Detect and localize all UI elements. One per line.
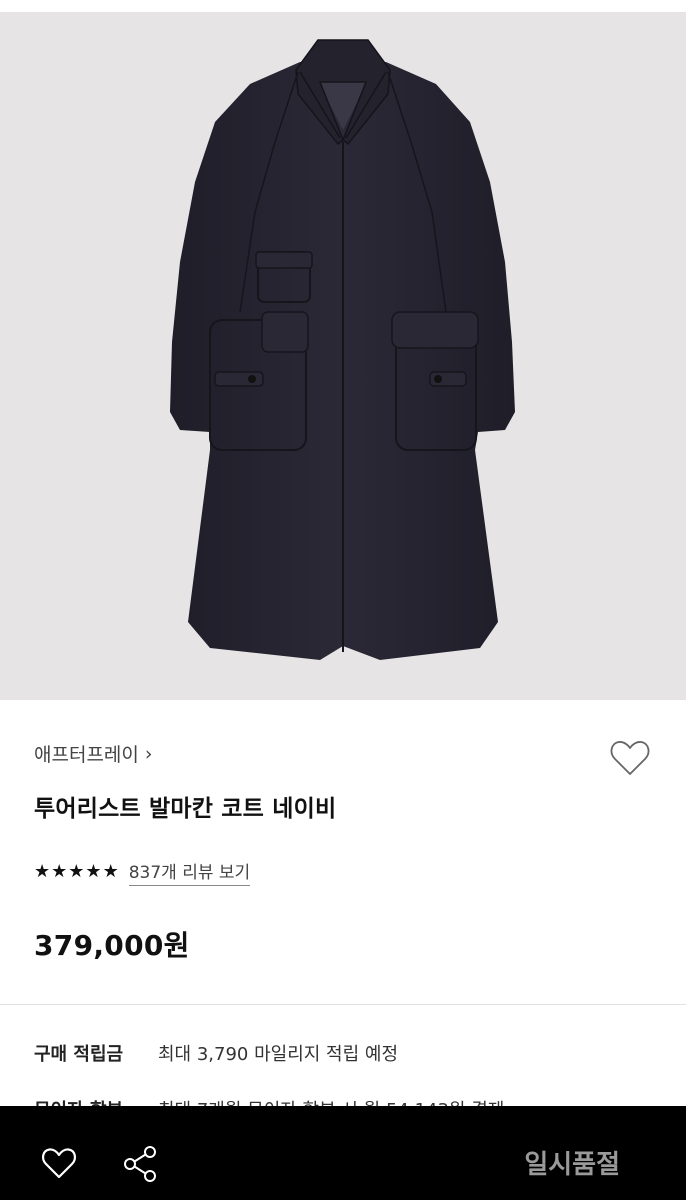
heart-outline-icon — [610, 741, 650, 775]
benefit-value: 최대 3,790 마일리지 적립 예정 — [158, 1044, 399, 1065]
benefit-row-points: 구매 적립금 최대 3,790 마일리지 적립 예정 — [34, 1040, 398, 1066]
share-icon — [124, 1146, 156, 1182]
star-icon: ★ — [34, 861, 51, 882]
brand-name[interactable]: 애프터프레이 — [34, 740, 139, 767]
product-image[interactable] — [0, 12, 686, 700]
wishlist-heart-button[interactable] — [606, 734, 654, 782]
star-icon: ★ — [85, 861, 102, 882]
coat-illustration — [170, 39, 515, 660]
share-button[interactable] — [120, 1143, 162, 1185]
star-rating: ★ ★ ★ ★ ★ — [34, 863, 119, 881]
star-icon: ★ — [51, 861, 68, 882]
divider — [0, 1004, 686, 1005]
bottom-action-bar: 일시품절 — [0, 1106, 686, 1200]
product-price: 379,000원 — [34, 929, 190, 962]
star-icon: ★ — [68, 861, 85, 882]
wishlist-button[interactable] — [38, 1143, 80, 1183]
chevron-right-icon: › — [144, 742, 153, 765]
benefit-label: 구매 적립금 — [34, 1044, 124, 1065]
sold-out-button[interactable]: 일시품절 — [524, 1144, 620, 1181]
review-link[interactable]: 837개 리뷰 보기 — [128, 858, 251, 886]
heart-outline-icon — [41, 1148, 77, 1179]
rating-row: ★ ★ ★ ★ ★ 837개 리뷰 보기 — [34, 858, 251, 886]
star-icon: ★ — [102, 861, 119, 882]
brand-link[interactable]: 애프터프레이 › — [34, 740, 153, 767]
product-title: 투어리스트 발마칸 코트 네이비 — [34, 796, 337, 822]
